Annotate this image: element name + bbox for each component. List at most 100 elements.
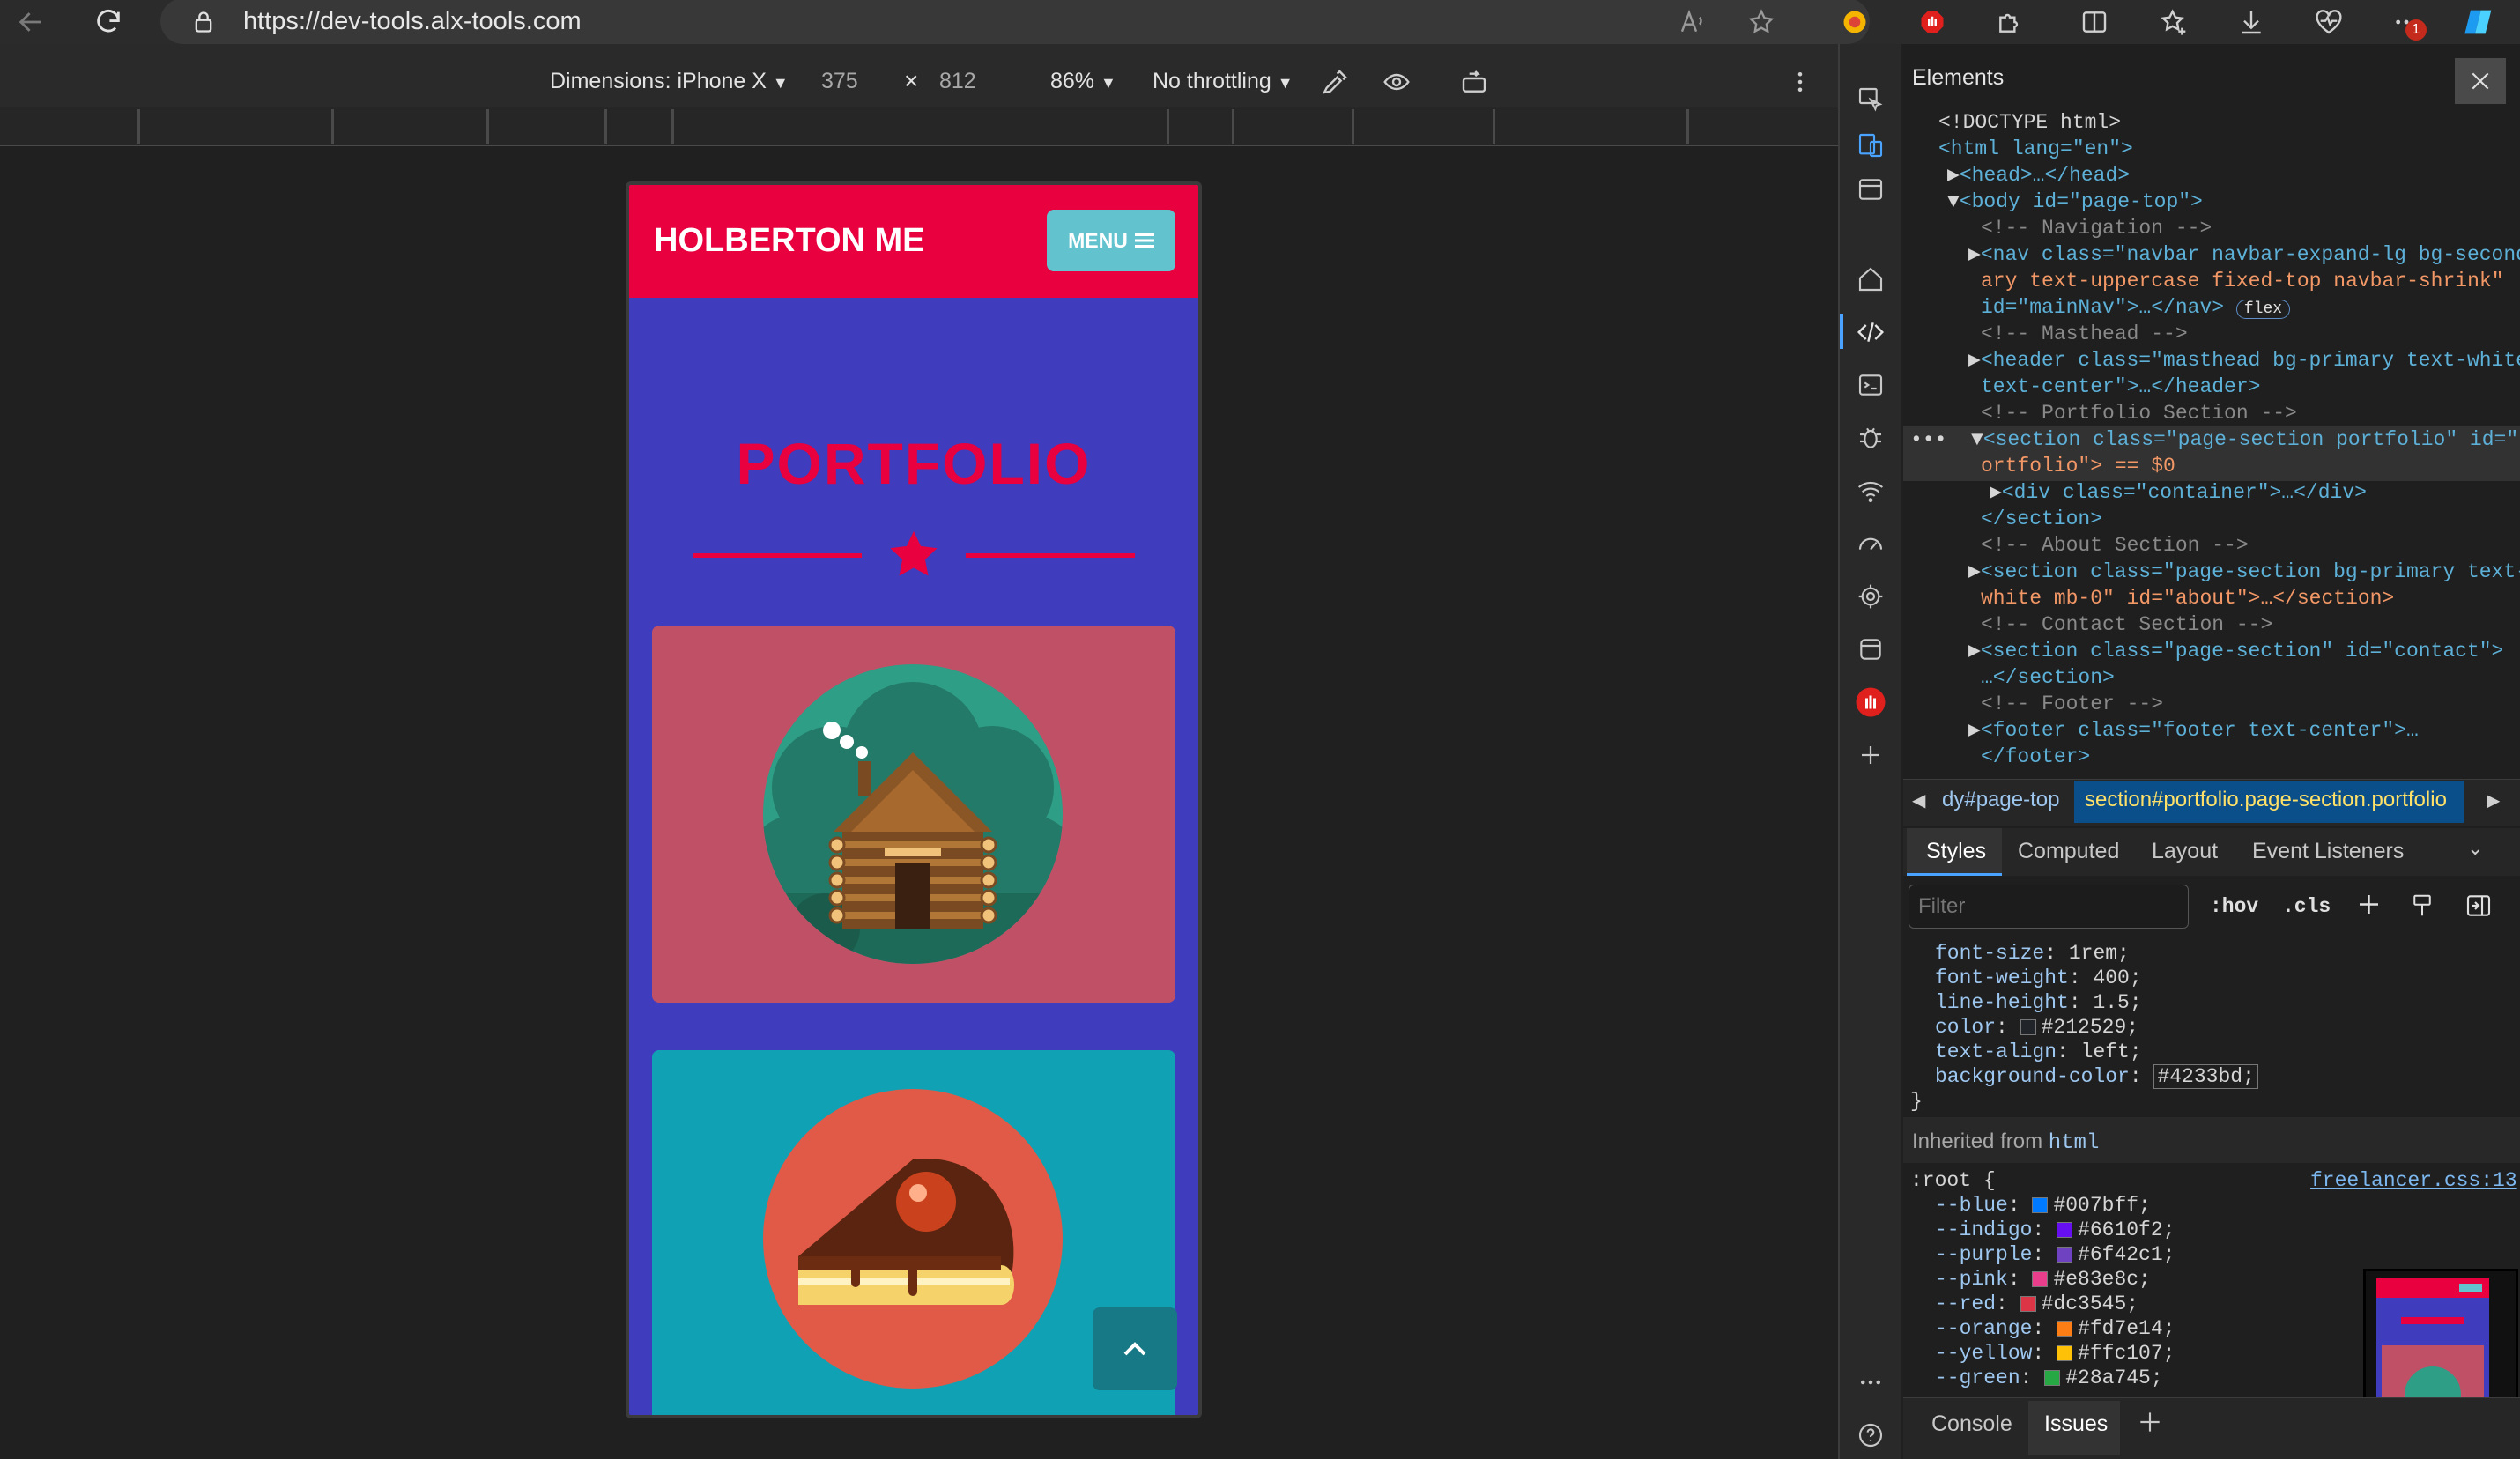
menu-button[interactable]: MENU xyxy=(1047,210,1175,271)
dom-line[interactable]: <!-- Contact Section --> xyxy=(1981,611,2272,638)
css-variable[interactable]: --green: #28a745; xyxy=(1935,1366,2163,1390)
dom-line[interactable]: ▶<section class="page-section bg-primary… xyxy=(1968,559,2520,585)
read-aloud-icon[interactable] xyxy=(1676,5,1709,39)
help-icon[interactable] xyxy=(1850,1415,1891,1455)
color-swatch[interactable] xyxy=(2020,1019,2036,1035)
throttling-dropdown[interactable]: No throttling ▼ xyxy=(1153,69,1293,94)
add-tool-plus-icon[interactable] xyxy=(1850,735,1891,775)
copilot-icon[interactable] xyxy=(2458,5,2501,39)
debugger-bug-icon[interactable] xyxy=(1850,418,1891,458)
dom-line[interactable]: ▶<section class="page-section" id="conta… xyxy=(1968,638,2503,664)
breadcrumb-item[interactable]: dy#page-top xyxy=(1942,788,2059,812)
tab-computed[interactable]: Computed xyxy=(2018,839,2119,864)
breadcrumb-current[interactable]: section#portfolio.page-section.portfolio xyxy=(2085,788,2447,812)
window-icon[interactable] xyxy=(1850,169,1891,210)
performance-gauge-icon[interactable] xyxy=(1850,523,1891,564)
dom-line[interactable]: <!-- Footer --> xyxy=(1981,691,2163,717)
add-drawer-tab-plus-icon[interactable] xyxy=(2136,1408,2164,1440)
toggle-sidebar-icon[interactable] xyxy=(2464,892,2494,924)
new-rule-plus-icon[interactable] xyxy=(2354,890,2386,926)
dom-line[interactable]: </section> xyxy=(1981,506,2102,532)
tab-issues[interactable]: Issues xyxy=(2044,1411,2108,1437)
dom-line[interactable]: <!-- Navigation --> xyxy=(1981,215,2212,241)
css-declaration[interactable]: color: #212529; xyxy=(1935,1015,2138,1040)
favorites-icon[interactable] xyxy=(2157,5,2190,39)
css-variable[interactable]: --pink: #e83e8c; xyxy=(1935,1267,2151,1292)
dimensions-dropdown[interactable]: Dimensions: iPhone X ▼ xyxy=(550,69,789,94)
css-variable[interactable]: --red: #dc3545; xyxy=(1935,1292,2138,1316)
width-input[interactable]: 375 xyxy=(821,69,858,94)
dom-line[interactable]: ▶<div class="container">…</div> xyxy=(1990,479,2367,506)
dom-line-selected[interactable]: ••• ▼<section class="page-section portfo… xyxy=(1910,426,2520,453)
dom-line[interactable]: white mb-0" id="about">…</section> xyxy=(1981,585,2394,611)
dom-line[interactable]: <!-- About Section --> xyxy=(1981,532,2249,559)
css-variable[interactable]: --purple: #6f42c1; xyxy=(1935,1242,2175,1267)
console-icon[interactable] xyxy=(1850,365,1891,405)
breadcrumb-right-icon[interactable]: ▶ xyxy=(2487,789,2500,811)
cls-toggle[interactable]: .cls xyxy=(2282,895,2331,918)
lock-icon[interactable] xyxy=(187,5,220,39)
tab-event-listeners[interactable]: Event Listeners xyxy=(2252,839,2404,864)
dom-line[interactable]: </footer> xyxy=(1981,744,2090,770)
css-declaration[interactable]: line-height: 1.5; xyxy=(1935,990,2142,1015)
extension-colorful-icon[interactable] xyxy=(1838,5,1871,39)
paint-brush-icon[interactable] xyxy=(2409,892,2435,924)
dom-line[interactable]: <!-- Portfolio Section --> xyxy=(1981,400,2297,426)
dom-line[interactable]: id="mainNav">…</nav> flex xyxy=(1981,294,2291,322)
hov-toggle[interactable]: :hov xyxy=(2210,895,2258,918)
flex-badge[interactable]: flex xyxy=(2235,300,2291,319)
reload-icon[interactable] xyxy=(92,5,125,39)
vision-deficiency-icon[interactable] xyxy=(1380,65,1413,99)
css-declaration[interactable]: font-weight: 400; xyxy=(1935,966,2142,990)
dom-line[interactable]: ▶<head>…</head> xyxy=(1947,162,2130,189)
application-icon[interactable] xyxy=(1850,629,1891,670)
css-variable[interactable]: --yellow: #ffc107; xyxy=(1935,1341,2175,1366)
adblock-hand-icon[interactable] xyxy=(1916,5,1949,39)
styles-filter-input[interactable] xyxy=(1909,885,2189,929)
eyedropper-icon[interactable] xyxy=(1318,65,1352,99)
portfolio-item-cabin[interactable] xyxy=(652,626,1175,1003)
favorite-star-icon[interactable] xyxy=(1745,5,1778,39)
inspect-element-icon[interactable] xyxy=(1850,79,1891,120)
css-declaration[interactable]: background-color: #4233bd; xyxy=(1935,1064,2258,1089)
css-variable[interactable]: --blue: #007bff; xyxy=(1935,1193,2151,1218)
dom-line[interactable]: ▶<footer class="footer text-center">… xyxy=(1968,717,2419,744)
memory-chip-icon[interactable] xyxy=(1850,576,1891,617)
dom-line[interactable]: <!-- Masthead --> xyxy=(1981,321,2188,347)
dom-line-selected[interactable]: ortfolio"> == $0 xyxy=(1981,453,2175,479)
more-tools-icon[interactable] xyxy=(1850,1362,1891,1403)
dom-line[interactable]: ▼<body id="page-top"> xyxy=(1947,189,2203,215)
inherited-link[interactable]: html xyxy=(2049,1131,2100,1155)
tab-layout[interactable]: Layout xyxy=(2152,839,2218,864)
height-input[interactable]: 812 xyxy=(939,69,976,94)
breadcrumb-left-icon[interactable]: ◀ xyxy=(1912,789,1925,811)
root-selector[interactable]: :root { xyxy=(1910,1168,1996,1193)
css-variable[interactable]: --indigo: #6610f2; xyxy=(1935,1218,2175,1242)
back-icon[interactable] xyxy=(14,5,48,39)
network-wifi-icon[interactable] xyxy=(1850,470,1891,511)
rotate-device-icon[interactable] xyxy=(1457,65,1491,99)
scroll-to-top-button[interactable] xyxy=(1093,1307,1177,1390)
css-variable[interactable]: --orange: #fd7e14; xyxy=(1935,1316,2175,1341)
dom-line[interactable]: <html lang="en"> xyxy=(1938,136,2133,162)
dom-line[interactable]: ▶<header class="masthead bg-primary text… xyxy=(1968,347,2520,374)
site-brand[interactable]: HOLBERTON ME xyxy=(654,222,925,260)
dom-line[interactable]: ▶<nav class="navbar navbar-expand-lg bg-… xyxy=(1968,241,2520,268)
zoom-dropdown[interactable]: 86% ▼ xyxy=(1050,69,1116,94)
welcome-home-icon[interactable] xyxy=(1850,259,1891,300)
dom-line[interactable]: ary text-uppercase fixed-top navbar-shri… xyxy=(1981,268,2504,294)
device-emulation-icon[interactable] xyxy=(1850,125,1891,166)
elements-code-icon[interactable] xyxy=(1850,312,1891,352)
tab-styles[interactable]: Styles xyxy=(1926,839,1986,864)
dom-line[interactable]: …</section> xyxy=(1981,664,2115,691)
dom-line[interactable]: text-center">…</header> xyxy=(1981,374,2260,400)
adblock-extension-icon[interactable] xyxy=(1850,682,1891,722)
url-text[interactable]: https://dev-tools.alx-tools.com xyxy=(243,7,582,36)
tab-console[interactable]: Console xyxy=(1931,1411,2012,1437)
tabs-chevron-down-icon[interactable]: ⌄ xyxy=(2467,837,2483,860)
dom-line[interactable]: <!DOCTYPE html> xyxy=(1938,109,2121,136)
split-screen-icon[interactable] xyxy=(2078,5,2111,39)
css-declaration[interactable]: text-align: left; xyxy=(1935,1040,2142,1064)
close-panel-button[interactable] xyxy=(2455,58,2506,104)
browser-essentials-icon[interactable] xyxy=(2312,5,2346,39)
